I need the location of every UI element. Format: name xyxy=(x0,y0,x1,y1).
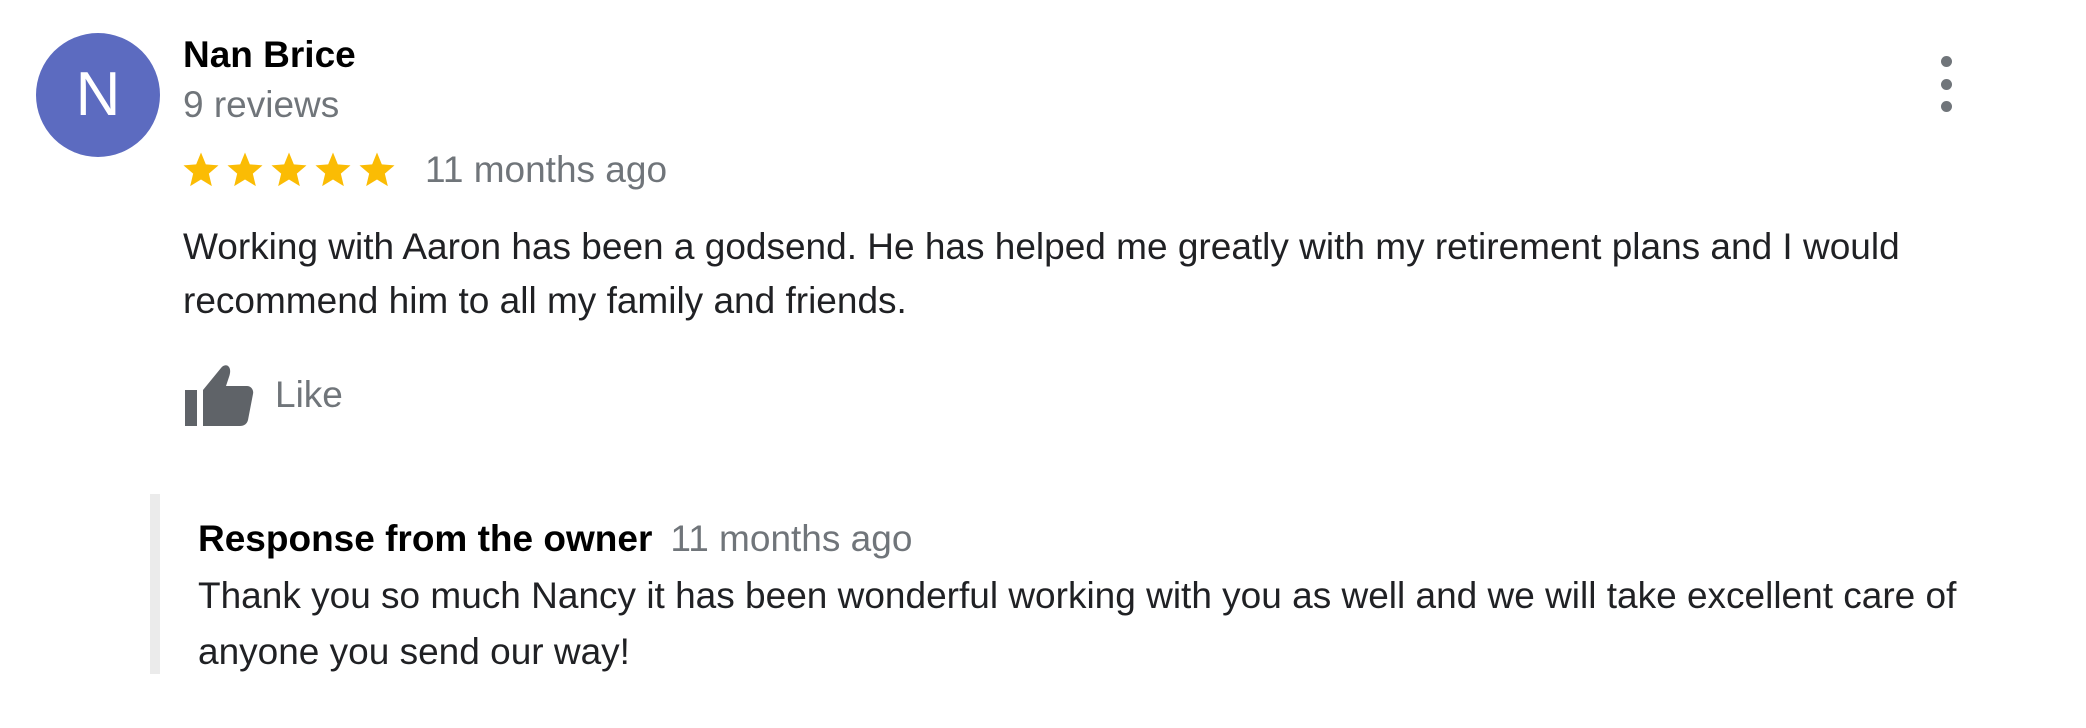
avatar[interactable]: N xyxy=(36,33,160,157)
star-rating xyxy=(181,150,401,190)
star-icon xyxy=(183,152,219,187)
more-vert-icon-dot xyxy=(1940,101,1952,112)
review-count[interactable]: 9 reviews xyxy=(183,84,339,126)
star-icon xyxy=(359,152,395,187)
owner-response: Response from the owner 11 months ago Th… xyxy=(150,494,2040,674)
more-vert-icon xyxy=(1940,56,1952,67)
rating-row: 11 months ago xyxy=(181,148,667,192)
review-date: 11 months ago xyxy=(425,149,668,190)
response-header: Response from the owner 11 months ago xyxy=(198,518,912,560)
more-options-button[interactable] xyxy=(1926,56,1966,112)
reviewer-name[interactable]: Nan Brice xyxy=(183,34,356,76)
review-text: Working with Aaron has been a godsend. H… xyxy=(183,226,1900,321)
star-icon xyxy=(315,152,351,187)
review-card: N Nan Brice 9 reviews 11 months ago Work… xyxy=(0,0,2086,728)
like-label: Like xyxy=(275,374,343,415)
avatar-letter: N xyxy=(75,60,121,129)
like-button[interactable]: Like xyxy=(183,362,343,428)
star-icon xyxy=(271,152,307,187)
response-title: Response from the owner xyxy=(198,518,653,559)
response-text: Thank you so much Nancy it has been wond… xyxy=(198,575,1957,672)
thumbs-up-icon xyxy=(185,365,254,426)
more-vert-icon-dot xyxy=(1940,78,1952,90)
response-date: 11 months ago xyxy=(670,518,913,559)
star-icon xyxy=(227,152,263,187)
